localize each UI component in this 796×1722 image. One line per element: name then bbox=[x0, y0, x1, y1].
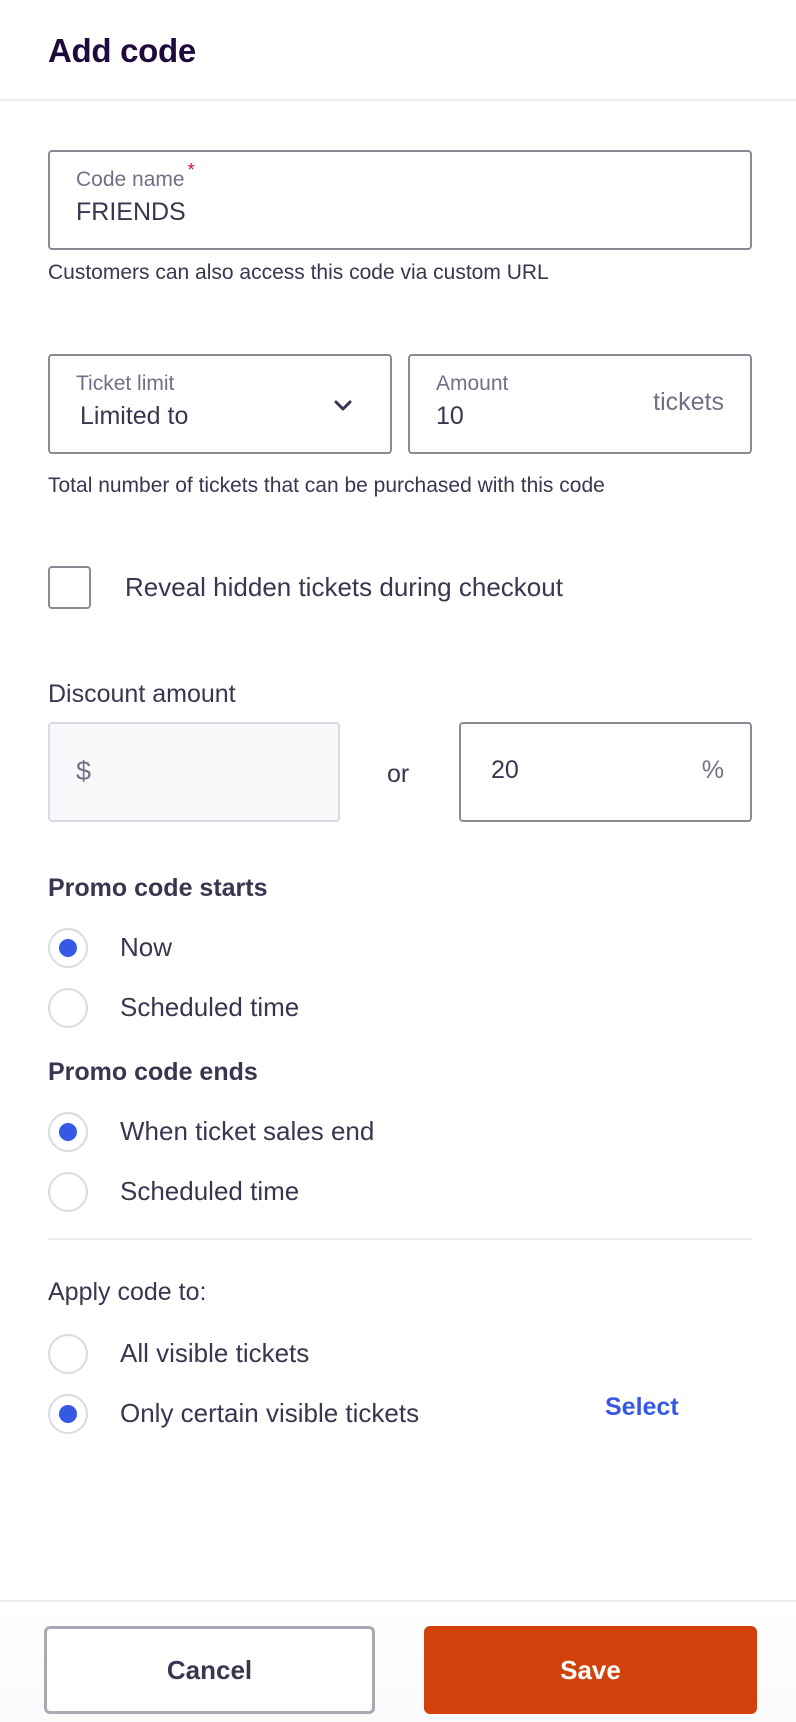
discount-percent-input[interactable]: 20 % bbox=[459, 722, 752, 822]
radio-apply-all-label[interactable]: All visible tickets bbox=[120, 1338, 309, 1369]
radio-start-scheduled[interactable] bbox=[48, 988, 88, 1028]
amount-suffix: tickets bbox=[653, 388, 724, 416]
code-name-label-text: Code name bbox=[76, 168, 185, 191]
select-tickets-link[interactable]: Select bbox=[605, 1393, 679, 1422]
radio-start-scheduled-label[interactable]: Scheduled time bbox=[120, 992, 299, 1023]
radio-end-sales[interactable] bbox=[48, 1112, 88, 1152]
required-mark: * bbox=[187, 160, 195, 180]
header-divider bbox=[0, 99, 796, 101]
or-separator: or bbox=[387, 760, 410, 788]
ticket-limit-label: Ticket limit bbox=[76, 372, 175, 395]
radio-end-scheduled[interactable] bbox=[48, 1172, 88, 1212]
code-name-value: FRIENDS bbox=[76, 198, 186, 226]
radio-apply-certain[interactable] bbox=[48, 1394, 88, 1434]
reveal-hidden-checkbox[interactable] bbox=[48, 566, 91, 609]
radio-end-sales-label[interactable]: When ticket sales end bbox=[120, 1116, 374, 1147]
apply-code-label: Apply code to: bbox=[48, 1278, 207, 1306]
promo-starts-title: Promo code starts bbox=[48, 874, 268, 902]
percent-sign: % bbox=[701, 756, 724, 784]
ticket-limit-help: Total number of tickets that can be purc… bbox=[48, 474, 605, 497]
page-title: Add code bbox=[48, 32, 196, 69]
code-name-label: Code name * bbox=[76, 160, 195, 192]
reveal-hidden-label[interactable]: Reveal hidden tickets during checkout bbox=[125, 572, 563, 603]
radio-end-scheduled-label[interactable]: Scheduled time bbox=[120, 1176, 299, 1207]
cancel-button[interactable]: Cancel bbox=[44, 1626, 375, 1714]
ticket-limit-select[interactable]: Ticket limit Limited to bbox=[48, 354, 392, 454]
ticket-limit-value: Limited to bbox=[80, 402, 189, 430]
code-name-field[interactable]: Code name * FRIENDS bbox=[48, 150, 752, 250]
code-name-help: Customers can also access this code via … bbox=[48, 261, 549, 284]
radio-start-now-label[interactable]: Now bbox=[120, 932, 172, 963]
chevron-down-icon bbox=[334, 400, 352, 411]
save-button[interactable]: Save bbox=[424, 1626, 757, 1714]
percent-value: 20 bbox=[491, 756, 519, 784]
footer-divider bbox=[0, 1600, 796, 1602]
amount-value: 10 bbox=[436, 402, 464, 430]
radio-start-now[interactable] bbox=[48, 928, 88, 968]
amount-label: Amount bbox=[436, 372, 509, 395]
amount-input[interactable]: Amount 10 tickets bbox=[408, 354, 752, 454]
promo-ends-title: Promo code ends bbox=[48, 1058, 258, 1086]
section-divider bbox=[48, 1238, 752, 1240]
radio-apply-certain-label[interactable]: Only certain visible tickets bbox=[120, 1398, 419, 1429]
discount-amount-label: Discount amount bbox=[48, 680, 236, 708]
radio-apply-all[interactable] bbox=[48, 1334, 88, 1374]
discount-dollar-input[interactable]: $ bbox=[48, 722, 340, 822]
dollar-sign: $ bbox=[76, 756, 92, 786]
